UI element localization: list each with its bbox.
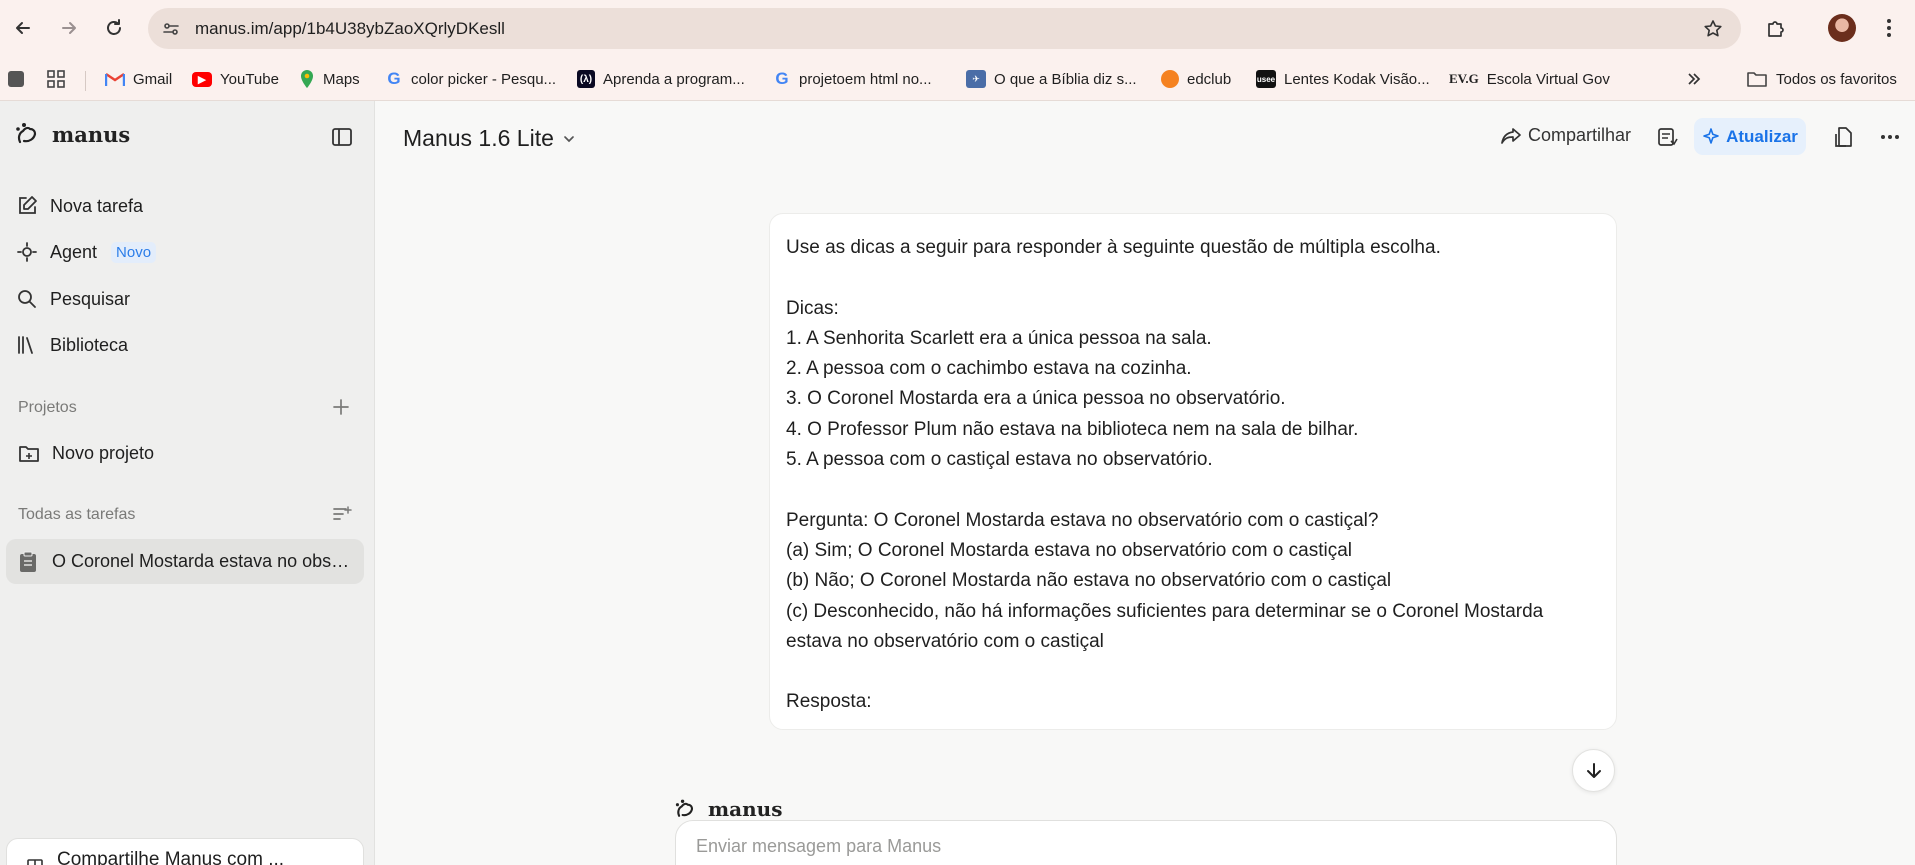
add-project-button[interactable] <box>332 398 352 418</box>
sidebar-item-pesquisar[interactable]: Pesquisar <box>16 288 130 310</box>
more-horizontal-icon <box>1881 135 1899 139</box>
youtube-icon: ▶ <box>192 71 212 87</box>
collapse-sidebar-button[interactable] <box>330 125 354 149</box>
model-selector[interactable]: Manus 1.6 Lite <box>403 125 576 152</box>
apps-grid-icon[interactable] <box>46 67 66 91</box>
document-list-icon <box>1658 128 1678 146</box>
assistant-name: manus <box>708 797 783 821</box>
brand-logo[interactable]: manus <box>14 120 130 148</box>
bookmark-gmail[interactable]: Gmail <box>105 67 172 91</box>
file-icon <box>1835 127 1852 147</box>
bookmark-maps[interactable]: Maps <box>299 67 360 91</box>
brand-name: manus <box>52 121 131 147</box>
search-icon <box>18 290 36 308</box>
site-settings-icon[interactable] <box>158 16 184 42</box>
user-message: Use as dicas a seguir para responder à s… <box>769 213 1617 730</box>
url-text[interactable]: manus.im/app/1b4U38ybZaoXQrlyDKesll <box>195 19 505 39</box>
bookmarks-divider <box>85 71 86 91</box>
edclub-icon <box>1161 70 1179 88</box>
sidebar-item-nova-tarefa[interactable]: Nova tarefa <box>16 195 143 217</box>
extensions-button[interactable] <box>1761 13 1791 43</box>
sidebar-toggle-icon[interactable] <box>8 67 24 91</box>
share-gift-icon <box>27 859 43 865</box>
bookmark-color-picker[interactable]: G color picker - Pesqu... <box>385 67 556 91</box>
manus-logo-icon <box>16 123 37 144</box>
tasks-heading: Todas as tarefas <box>18 506 136 523</box>
gmail-icon <box>105 73 125 86</box>
freecodecamp-icon: (λ) <box>577 70 595 88</box>
more-bookmarks-button[interactable] <box>1686 67 1702 91</box>
chevron-down-icon <box>564 135 574 142</box>
sidebar-item-agent[interactable]: Agent Novo <box>16 241 157 263</box>
forward-arrow-icon <box>62 22 76 34</box>
share-manus-card[interactable]: Compartilhe Manus com ... <box>6 838 364 865</box>
back-arrow-icon <box>16 22 30 34</box>
share-arrow-icon <box>1501 127 1521 144</box>
manus-logo-icon <box>675 799 694 817</box>
edit-icon <box>19 196 37 214</box>
share-button[interactable]: Compartilhar <box>1500 125 1631 146</box>
bookmark-escola-virtual[interactable]: EV.G Escola Virtual Gov <box>1449 67 1610 91</box>
bookmarks-bar: Gmail ▶ YouTube Maps G color picker - Pe… <box>0 57 1915 101</box>
reload-icon <box>107 19 121 35</box>
all-bookmarks-folder[interactable]: Todos os favoritos <box>1746 67 1897 91</box>
address-bar[interactable]: manus.im/app/1b4U38ybZaoXQrlyDKesll <box>148 8 1741 49</box>
sparkle-icon <box>1703 127 1719 144</box>
google-icon: G <box>775 69 789 88</box>
evg-icon: EV.G <box>1449 71 1479 86</box>
task-item[interactable]: O Coronel Mostarda estava no observatóri… <box>6 539 364 584</box>
user-message-text: Use as dicas a seguir para responder à s… <box>786 237 1544 713</box>
message-input[interactable] <box>696 833 1576 859</box>
forward-button[interactable] <box>54 13 84 43</box>
reload-button[interactable] <box>99 13 129 43</box>
kebab-menu-icon <box>1887 19 1891 37</box>
bookmark-kodak[interactable]: usee Lentes Kodak Visão... <box>1256 67 1430 91</box>
plus-icon <box>333 399 349 415</box>
filter-tasks-button[interactable] <box>332 505 352 525</box>
sidebar-panel-icon <box>332 128 352 146</box>
library-icon <box>18 336 33 354</box>
agent-icon <box>17 242 37 262</box>
google-icon: G <box>387 69 401 88</box>
upgrade-button[interactable]: Atualizar <box>1694 118 1806 155</box>
projects-heading: Projetos <box>18 399 77 416</box>
folder-plus-icon <box>19 445 39 462</box>
arrow-down-icon <box>1586 762 1601 778</box>
assistant-header: manus <box>674 797 782 821</box>
bookmark-youtube[interactable]: ▶ YouTube <box>192 67 279 91</box>
new-badge: Novo <box>111 241 157 263</box>
profile-avatar[interactable] <box>1828 14 1856 42</box>
app-sidebar: manus Nova tarefa Agent Novo Pesquisar B… <box>0 101 375 865</box>
maps-icon <box>301 70 313 88</box>
sidebar-item-biblioteca[interactable]: Biblioteca <box>16 334 128 356</box>
bookmark-biblia[interactable]: ✈ O que a Bíblia diz s... <box>966 67 1137 91</box>
new-project-button[interactable]: Novo projeto <box>18 443 154 464</box>
filter-icon <box>333 506 352 520</box>
scroll-to-bottom-button[interactable] <box>1572 749 1615 792</box>
browser-toolbar: manus.im/app/1b4U38ybZaoXQrlyDKesll <box>0 0 1915 57</box>
more-options-button[interactable] <box>1876 123 1904 151</box>
back-button[interactable] <box>8 13 38 43</box>
clipboard-icon <box>20 551 36 572</box>
chat-header: Manus 1.6 Lite Compartilhar Atualizar <box>376 101 1915 173</box>
usee-icon: usee <box>1256 70 1276 88</box>
puzzle-icon <box>1768 21 1784 37</box>
browser-menu-button[interactable] <box>1874 13 1904 43</box>
task-notes-button[interactable] <box>1653 123 1681 151</box>
files-button[interactable] <box>1830 123 1858 151</box>
bookmark-star-icon[interactable] <box>1700 16 1726 42</box>
bookmark-freecodecamp[interactable]: (λ) Aprenda a program... <box>577 67 745 91</box>
bookmark-edclub[interactable]: edclub <box>1161 67 1231 91</box>
bookmark-projeto-html[interactable]: G projetoem html no... <box>773 67 931 91</box>
message-composer <box>675 820 1617 865</box>
jw-icon: ✈ <box>966 70 986 88</box>
folder-icon <box>1747 72 1767 87</box>
chevron-double-right-icon <box>1688 73 1701 85</box>
